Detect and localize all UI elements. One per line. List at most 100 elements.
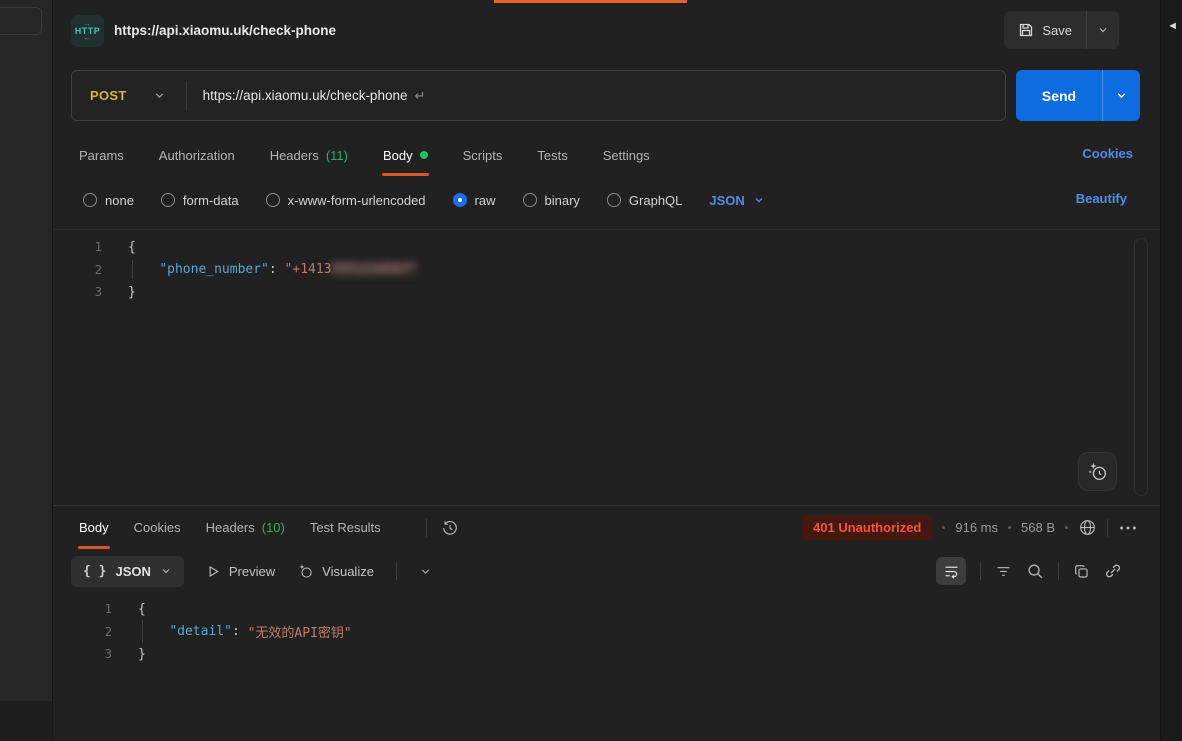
cookies-link[interactable]: Cookies xyxy=(1082,146,1133,161)
visualize-button[interactable]: Visualize xyxy=(297,563,374,580)
active-workspace-tab-indicator xyxy=(494,0,687,3)
radio-icon xyxy=(83,193,97,207)
api-client-window: → HTTP ← https://api.xiaomu.uk/check-pho… xyxy=(0,0,1182,741)
code-token-ws xyxy=(128,262,159,277)
more-options-icon[interactable] xyxy=(1118,519,1138,537)
divider xyxy=(1058,562,1059,580)
body-type-radio-x-www-form-urlencoded[interactable]: x-www-form-urlencoded xyxy=(266,193,426,208)
response-tab-test-results[interactable]: Test Results xyxy=(309,506,382,549)
raw-language-selector[interactable]: JSON xyxy=(709,193,764,208)
response-tab-cookies[interactable]: Cookies xyxy=(133,506,182,549)
request-url-row: POST https://api.xiaomu.uk/check-phone ↵… xyxy=(54,70,1160,122)
body-type-radio-binary[interactable]: binary xyxy=(523,193,580,208)
url-input[interactable]: https://api.xiaomu.uk/check-phone ↵ xyxy=(187,88,426,104)
left-sidebar-rail xyxy=(0,0,53,741)
response-size[interactable]: 568 B xyxy=(1021,520,1055,535)
radio-icon xyxy=(523,193,537,207)
tab-label: Test Results xyxy=(310,520,381,535)
response-toolbar-right xyxy=(936,552,1122,590)
radio-icon xyxy=(607,193,621,207)
request-body-editor[interactable]: 1{2 "phone_number": "+14135551234567"3} xyxy=(54,229,1160,505)
code-line: 2 "detail": "无效的API密钥" xyxy=(54,621,1160,644)
dot-separator xyxy=(942,526,945,529)
request-tab-scripts[interactable]: Scripts xyxy=(462,134,504,176)
line-number: 3 xyxy=(54,285,102,299)
preview-button[interactable]: Preview xyxy=(206,564,275,579)
response-time[interactable]: 916 ms xyxy=(955,520,998,535)
code-line: 3} xyxy=(54,643,1160,666)
response-tab-headers[interactable]: Headers(10) xyxy=(205,506,286,549)
search-icon[interactable] xyxy=(1026,562,1044,580)
braces-icon: { } xyxy=(83,564,106,579)
link-icon[interactable] xyxy=(1104,562,1122,580)
code-line-content: { xyxy=(138,602,146,617)
tab-count: (11) xyxy=(326,148,348,163)
url-value: https://api.xiaomu.uk/check-phone xyxy=(203,88,408,103)
response-history-icon[interactable] xyxy=(441,519,459,537)
preview-label: Preview xyxy=(229,564,275,579)
code-token-punct: } xyxy=(128,285,136,300)
copy-icon[interactable] xyxy=(1073,563,1090,580)
postbot-ai-button[interactable] xyxy=(1078,452,1117,491)
arrow-left-icon: ← xyxy=(84,36,92,41)
divider xyxy=(980,562,981,580)
send-button-label: Send xyxy=(1042,88,1076,104)
status-badge[interactable]: 401 Unauthorized xyxy=(802,515,932,540)
response-body-editor[interactable]: 1{2 "detail": "无效的API密钥"3} xyxy=(54,596,1160,741)
url-input-container: POST https://api.xiaomu.uk/check-phone ↵ xyxy=(71,70,1006,121)
request-tab-headers[interactable]: Headers(11) xyxy=(269,134,349,176)
radio-label: binary xyxy=(545,193,580,208)
divider xyxy=(1107,519,1108,537)
method-selector[interactable]: POST xyxy=(72,88,186,103)
dot-separator xyxy=(1065,526,1068,529)
sidebar-footer xyxy=(0,701,52,741)
tab-label: Body xyxy=(383,148,413,163)
request-tab-body[interactable]: Body xyxy=(382,134,429,176)
body-type-row: none form-data x-www-form-urlencoded raw bin… xyxy=(54,182,1160,218)
send-button-group: Send xyxy=(1016,70,1140,121)
radio-label: none xyxy=(105,193,134,208)
request-tab-tests[interactable]: Tests xyxy=(536,134,568,176)
request-tab-params[interactable]: Params xyxy=(78,134,125,176)
tab-label: Headers xyxy=(206,520,255,535)
body-type-options: none form-data x-www-form-urlencoded raw bin… xyxy=(83,182,765,218)
request-tab-authorization[interactable]: Authorization xyxy=(158,134,236,176)
send-options-caret[interactable] xyxy=(1103,70,1140,121)
request-tabs-row: Params Authorization Headers(11) Body Script… xyxy=(54,134,1160,176)
dot-separator xyxy=(1008,526,1011,529)
radio-icon xyxy=(266,193,280,207)
code-line-content: "phone_number": "+14135551234567" xyxy=(128,262,418,277)
wrap-text-button[interactable] xyxy=(936,557,966,585)
beautify-link[interactable]: Beautify xyxy=(1076,191,1127,206)
body-type-radio-form-data[interactable]: form-data xyxy=(161,193,239,208)
sparkle-circle-icon xyxy=(297,563,314,580)
body-type-radio-graphql[interactable]: GraphQL xyxy=(607,193,682,208)
code-token-str: "无效的API密钥" xyxy=(248,622,352,641)
response-tab-body[interactable]: Body xyxy=(78,506,110,549)
sidebar-collapsed-item[interactable] xyxy=(0,7,42,35)
request-tabs: Params Authorization Headers(11) Body Script… xyxy=(78,134,651,176)
send-button[interactable]: Send xyxy=(1016,70,1103,121)
request-tab-settings[interactable]: Settings xyxy=(602,134,651,176)
response-meta: 401 Unauthorized 916 ms 568 B xyxy=(802,506,1138,549)
tab-label: Authorization xyxy=(159,148,235,163)
line-number: 1 xyxy=(54,240,102,254)
chevron-down-icon xyxy=(753,194,765,206)
mouse-cursor-icon: ◄ xyxy=(1167,20,1178,32)
more-views-caret[interactable] xyxy=(419,565,432,578)
body-type-radio-none[interactable]: none xyxy=(83,193,134,208)
save-button[interactable]: Save xyxy=(1004,11,1086,49)
network-globe-icon[interactable] xyxy=(1078,518,1097,537)
divider xyxy=(426,519,427,537)
code-line: 3} xyxy=(54,281,1160,304)
tab-label: Params xyxy=(79,148,124,163)
request-panel: → HTTP ← https://api.xiaomu.uk/check-pho… xyxy=(54,0,1160,741)
play-icon xyxy=(206,564,221,579)
response-tabs: Body Cookies Headers(10) Test Results xyxy=(78,506,382,549)
editor-scrollbar-track[interactable] xyxy=(1134,238,1148,496)
radio-label: raw xyxy=(475,193,496,208)
filter-icon[interactable] xyxy=(995,563,1012,580)
save-options-caret[interactable] xyxy=(1087,11,1119,49)
response-format-selector[interactable]: { } JSON xyxy=(71,556,184,587)
body-type-radio-raw[interactable]: raw xyxy=(453,193,496,208)
